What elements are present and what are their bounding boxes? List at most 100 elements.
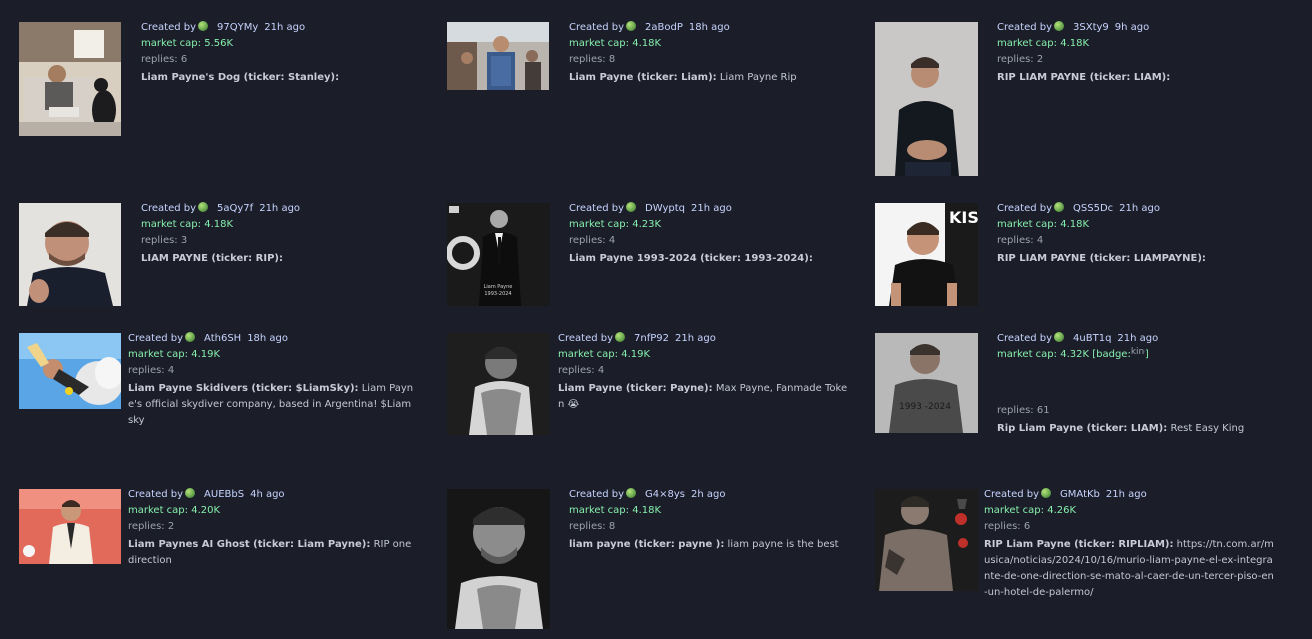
created-by: Created by AUEBbS 4h ago [128,488,285,500]
time-ago: 21h ago [259,203,301,214]
image-caption-name: Liam Payne [484,284,513,290]
coin-title: RIP Liam Payne (ticker: RIPLIAM): https:… [984,539,1274,598]
photo-tattoo-portrait [875,489,978,591]
created-by: Created by 2aBodP 18h ago [569,21,730,33]
replies-count: replies: 4 [558,365,605,376]
avatar-frog-icon [615,332,626,342]
replies-count: replies: 2 [128,521,175,532]
time-ago: 21h ago [1105,489,1147,500]
coin-image[interactable] [19,489,121,564]
created-by: Created by 4uBT1q 21h ago [997,332,1159,344]
replies-count: replies: 6 [141,54,188,65]
created-by: Created by G4×8ys 2h ago [569,488,726,500]
creator-username[interactable]: 5aQy7f [217,203,253,214]
market-cap: market cap: 5.56K [141,38,234,49]
replies-count: replies: 4 [128,365,175,376]
market-cap: market cap: 4.18K [569,38,662,49]
market-cap: market cap: 4.20K [128,505,221,516]
avatar-frog-icon [185,488,196,498]
avatar-frog-icon [198,21,209,31]
replies-count: replies: 8 [569,54,616,65]
coin-title: liam payne (ticker: payne ): liam payne … [569,539,839,550]
coin-image[interactable] [19,203,121,306]
image-sign-text: KISS [949,208,978,227]
image-overlay-dates: 1993 -2024 [899,402,951,412]
creator-username[interactable]: G4×8ys [645,489,685,500]
coin-title: Rip Liam Payne (ticker: LIAM): Rest Easy… [997,423,1245,434]
time-ago: 21h ago [264,22,306,33]
photo-portrait [875,22,978,176]
image-caption-dates: 1993-2024 [484,291,511,297]
avatar-frog-icon [626,202,637,212]
market-cap: market cap: 4.18K [997,219,1090,230]
market-cap: market cap: 4.18K [141,219,234,230]
coin-title: LIAM PAYNE (ticker: RIP): [141,253,283,264]
time-ago: 21h ago [690,203,732,214]
creator-username[interactable]: AUEBbS [204,489,244,500]
replies-count: replies: 4 [569,235,616,246]
replies-count: replies: 4 [997,235,1044,246]
coin-image[interactable] [875,22,978,176]
coin-title: Liam Payne (ticker: Payne): Max Payne, F… [558,383,848,410]
created-by: Created by Ath6SH 18h ago [128,332,289,344]
creator-username[interactable]: QSS5Dc [1073,203,1113,214]
created-by: Created by GMAtKb 21h ago [984,488,1147,500]
coin-title: Liam Payne Skidivers (ticker: $LiamSky):… [128,383,414,426]
created-by: Created by 3SXty9 9h ago [997,21,1150,33]
photo-dated-portrait: 1993 -2024 [875,333,978,433]
coin-image[interactable] [447,489,550,629]
coin-image[interactable]: KISS [875,203,978,306]
creator-username[interactable]: 7nfP92 [634,333,669,344]
replies-count: replies: 2 [997,54,1044,65]
avatar-frog-icon [185,332,196,342]
replies-count: replies: 8 [569,521,616,532]
time-ago: 21h ago [675,333,716,344]
avatar-frog-icon [1054,202,1065,212]
avatar-frog-icon [626,21,637,31]
coin-title: Liam Payne (ticker: Liam): Liam Payne Ri… [569,72,797,83]
market-cap: market cap: 4.18K [997,38,1090,49]
coin-image[interactable] [19,333,121,409]
creator-username[interactable]: 4uBT1q [1073,333,1111,344]
creator-username[interactable]: 2aBodP [645,22,683,33]
coin-image[interactable] [447,22,549,90]
time-ago: 18h ago [688,22,730,33]
market-cap: market cap: 4.26K [984,505,1077,516]
time-ago: 21h ago [1117,333,1159,344]
time-ago: 2h ago [691,489,726,500]
coin-image[interactable]: 1993 -2024 [875,333,978,433]
creator-username[interactable]: 97QYMy [217,22,258,33]
photo-red-carpet [19,489,121,564]
creator-username[interactable]: 3SXty9 [1073,22,1109,33]
avatar-frog-icon [1054,332,1065,342]
photo-memorial: Liam Payne 1993-2024 [447,203,550,306]
market-cap: market cap: 4.19K [128,349,221,360]
created-by: Created by DWyptq 21h ago [569,202,732,214]
photo-smiling [19,203,121,306]
creator-username[interactable]: GMAtKb [1060,489,1100,500]
photo-bw-closeup [447,489,550,629]
market-cap: market cap: 4.23K [569,219,662,230]
avatar-frog-icon [1041,488,1052,498]
created-by: Created by 7nfP92 21h ago [558,332,716,344]
coin-title: RIP LIAM PAYNE (ticker: LIAM): [997,72,1171,83]
time-ago: 21h ago [1119,203,1161,214]
market-cap: market cap: 4.19K [558,349,651,360]
avatar-frog-icon [1054,21,1065,31]
market-cap: market cap: 4.18K [569,505,662,516]
creator-username[interactable]: DWyptq [645,203,685,214]
time-ago: 4h ago [250,489,285,500]
badge-placeholder: [badge: [1092,349,1131,360]
king-of-the-hill-badge-image: king of the hill badge [1130,347,1145,357]
coin-image[interactable] [875,489,978,591]
coin-image[interactable] [447,333,550,435]
creator-username[interactable]: Ath6SH [204,333,241,344]
coin-image[interactable]: Liam Payne 1993-2024 [447,203,550,306]
coin-image[interactable] [19,22,121,136]
created-by: Created by QSS5Dc 21h ago [997,202,1161,214]
coin-title: RIP LIAM PAYNE (ticker: LIAMPAYNE): [997,253,1206,264]
coin-title: Liam Payne 1993-2024 (ticker: 1993-2024)… [569,253,813,264]
replies-count: replies: 6 [984,521,1031,532]
avatar-frog-icon [198,202,209,212]
avatar-frog-icon [626,488,637,498]
